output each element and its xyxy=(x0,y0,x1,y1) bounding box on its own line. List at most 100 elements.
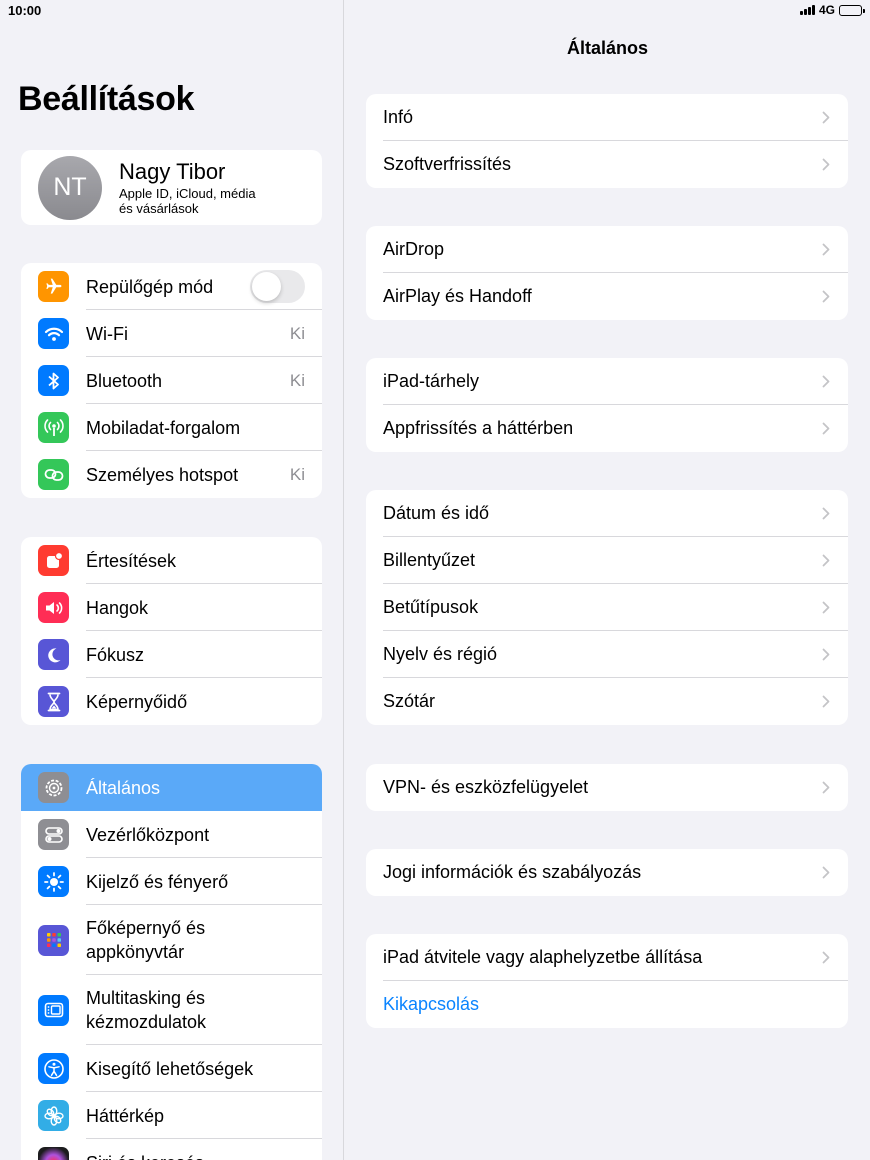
notifications-group: Értesítések Hangok Fókusz Képernyőidő xyxy=(21,537,322,725)
sidebar-item-label: Bluetooth xyxy=(86,370,163,391)
battery-icon xyxy=(839,4,865,16)
network-type: 4G xyxy=(818,3,835,17)
bluetooth-icon xyxy=(38,365,69,396)
sidebar-item-mobile-data[interactable]: Mobiladat-forgalom xyxy=(21,404,322,451)
sidebar-item-label: Háttérkép xyxy=(86,1105,165,1126)
row-label: VPN- és eszközfelügyelet xyxy=(383,777,589,797)
row-about[interactable]: Infó xyxy=(366,94,848,141)
chevron-right-icon xyxy=(822,111,830,124)
status-indicators: 4G xyxy=(799,3,865,17)
row-label: AirDrop xyxy=(383,239,445,259)
sidebar-item-label: Vezérlőközpont xyxy=(86,824,210,845)
reset-group: iPad átvitele vagy alaphelyzetbe állítás… xyxy=(366,934,848,1028)
row-dictionary[interactable]: Szótár xyxy=(366,678,848,725)
sidebar-item-label: Multitasking és kézmozdulatok xyxy=(86,988,207,1032)
speaker-icon xyxy=(38,592,69,623)
row-ipad-storage[interactable]: iPad-tárhely xyxy=(366,358,848,405)
sun-icon xyxy=(38,866,69,897)
sidebar-item-label: Kijelző és fényerő xyxy=(86,871,229,892)
row-label: Jogi információk és szabályozás xyxy=(383,862,642,882)
sidebar-item-home-screen[interactable]: Főképernyő és appkönyvtár xyxy=(21,905,322,975)
hotspot-icon xyxy=(38,459,69,490)
row-label: Appfrissítés a háttérben xyxy=(383,418,574,438)
sharing-group: AirDrop AirPlay és Handoff xyxy=(366,226,848,320)
profile-name: Nagy Tibor xyxy=(119,158,226,184)
sidebar-item-label: Repülőgép mód xyxy=(86,276,214,297)
sidebar-item-screen-time[interactable]: Képernyőidő xyxy=(21,678,322,725)
sidebar-item-siri[interactable]: Siri és keresés xyxy=(21,1139,322,1160)
row-shut-down[interactable]: Kikapcsolás xyxy=(366,981,848,1028)
sidebar-item-wifi[interactable]: Wi-Fi Ki xyxy=(21,310,322,357)
sidebar-item-accessibility[interactable]: Kisegítő lehetőségek xyxy=(21,1045,322,1092)
apple-id-profile[interactable]: NT Nagy Tibor Apple ID, iCloud, média és… xyxy=(21,150,322,225)
chevron-right-icon xyxy=(822,781,830,794)
row-label: Nyelv és régió xyxy=(383,644,498,664)
sidebar-item-notifications[interactable]: Értesítések xyxy=(21,537,322,584)
sidebar-item-wallpaper[interactable]: Háttérkép xyxy=(21,1092,322,1139)
chevron-right-icon xyxy=(822,601,830,614)
sidebar-item-general[interactable]: Általános xyxy=(21,764,322,811)
settings-sidebar: Beállítások NT Nagy Tibor Apple ID, iClo… xyxy=(0,0,344,1160)
storage-group: iPad-tárhely Appfrissítés a háttérben xyxy=(366,358,848,452)
locale-group: Dátum és idő Billentyűzet Betűtípusok Ny… xyxy=(366,490,848,725)
row-transfer-reset[interactable]: iPad átvitele vagy alaphelyzetbe állítás… xyxy=(366,934,848,981)
hotspot-status: Ki xyxy=(289,464,305,484)
chevron-right-icon xyxy=(822,375,830,388)
sidebar-item-label: Főképernyő és appkönyvtár xyxy=(86,918,206,962)
row-label: iPad-tárhely xyxy=(383,371,480,391)
chevron-right-icon xyxy=(822,695,830,708)
row-date-time[interactable]: Dátum és idő xyxy=(366,490,848,537)
sidebar-item-sounds[interactable]: Hangok xyxy=(21,584,322,631)
sidebar-item-bluetooth[interactable]: Bluetooth Ki xyxy=(21,357,322,404)
cellular-signal-icon xyxy=(799,5,815,15)
shut-down-button[interactable]: Kikapcsolás xyxy=(383,994,479,1015)
row-label: Betűtípusok xyxy=(383,597,479,617)
chevron-right-icon xyxy=(822,866,830,879)
hourglass-icon xyxy=(38,686,69,717)
row-software-update[interactable]: Szoftverfrissítés xyxy=(366,141,848,188)
sidebar-item-label: Siri és keresés xyxy=(86,1151,204,1160)
row-legal-regulatory[interactable]: Jogi információk és szabályozás xyxy=(366,849,848,896)
sidebar-item-multitasking[interactable]: Multitasking és kézmozdulatok xyxy=(21,975,322,1045)
row-keyboard[interactable]: Billentyűzet xyxy=(366,537,848,584)
row-background-app-refresh[interactable]: Appfrissítés a háttérben xyxy=(366,405,848,452)
airplane-mode-toggle[interactable] xyxy=(250,270,305,303)
sidebar-item-label: Hangok xyxy=(86,597,149,618)
connectivity-group: Repülőgép mód Wi-Fi Ki Bluetooth Ki Mobi… xyxy=(21,263,322,498)
bell-icon xyxy=(38,545,69,576)
sidebar-item-display[interactable]: Kijelző és fényerő xyxy=(21,858,322,905)
row-airdrop[interactable]: AirDrop xyxy=(366,226,848,273)
chevron-right-icon xyxy=(822,243,830,256)
about-group: Infó Szoftverfrissítés xyxy=(366,94,848,188)
wifi-icon xyxy=(38,318,69,349)
gear-icon xyxy=(38,772,69,803)
sidebar-item-hotspot[interactable]: Személyes hotspot Ki xyxy=(21,451,322,498)
switches-icon xyxy=(38,819,69,850)
sidebar-item-focus[interactable]: Fókusz xyxy=(21,631,322,678)
sidebar-item-label: Mobiladat-forgalom xyxy=(86,417,241,438)
row-label: Billentyűzet xyxy=(383,550,476,570)
multitasking-icon xyxy=(38,994,69,1026)
siri-icon xyxy=(38,1147,69,1160)
sidebar-item-label: Személyes hotspot xyxy=(86,464,239,485)
airplane-icon xyxy=(38,271,69,302)
sidebar-item-label: Általános xyxy=(86,777,161,798)
flower-icon xyxy=(38,1100,69,1131)
sidebar-item-airplane-mode[interactable]: Repülőgép mód xyxy=(21,263,322,310)
vpn-group: VPN- és eszközfelügyelet xyxy=(366,764,848,811)
chevron-right-icon xyxy=(822,648,830,661)
row-label: Dátum és idő xyxy=(383,503,490,523)
sidebar-item-control-center[interactable]: Vezérlőközpont xyxy=(21,811,322,858)
sidebar-item-label: Fókusz xyxy=(86,644,145,665)
accessibility-icon xyxy=(38,1053,69,1084)
wifi-status: Ki xyxy=(289,323,305,343)
row-label: Szoftverfrissítés xyxy=(383,154,512,174)
row-fonts[interactable]: Betűtípusok xyxy=(366,584,848,631)
sidebar-title: Beállítások xyxy=(18,80,195,118)
chevron-right-icon xyxy=(822,507,830,520)
row-airplay-handoff[interactable]: AirPlay és Handoff xyxy=(366,273,848,320)
row-vpn-device-management[interactable]: VPN- és eszközfelügyelet xyxy=(366,764,848,811)
row-language-region[interactable]: Nyelv és régió xyxy=(366,631,848,678)
row-label: Szótár xyxy=(383,691,436,711)
avatar: NT xyxy=(38,155,102,220)
